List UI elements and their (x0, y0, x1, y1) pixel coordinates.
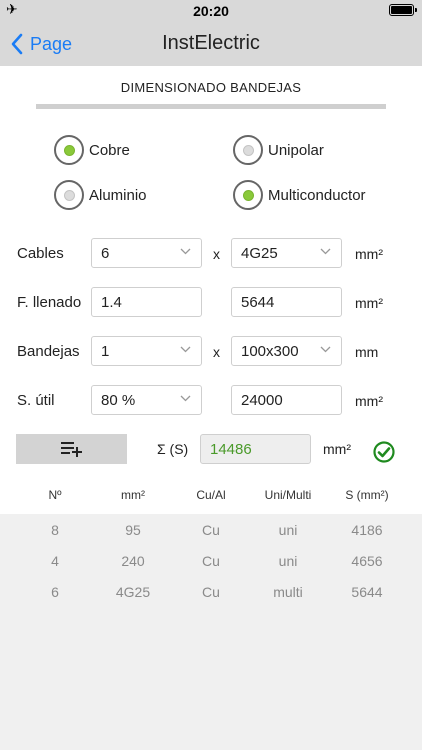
cell-section: 4G25 (115, 584, 151, 600)
sum-total-value: 14486 (210, 441, 252, 458)
table-row[interactable]: 4 240 Cu uni 4656 (0, 545, 422, 576)
llenado-factor-input[interactable]: 1.4 (91, 287, 202, 317)
cell-type: uni (278, 522, 298, 538)
cell-count: 6 (51, 584, 59, 600)
check-circle-icon (373, 441, 395, 463)
cell-count: 4 (51, 553, 59, 569)
llenado-factor-value: 1.4 (101, 294, 122, 311)
playlist-add-icon (60, 442, 82, 457)
status-bar: ✈ 20:20 (0, 0, 422, 22)
cables-section-value: 4G25 (241, 245, 278, 262)
radio-unselected-dot (242, 144, 254, 156)
section-divider (36, 104, 386, 109)
cell-section: 95 (125, 522, 141, 538)
llenado-label: F. llenado (17, 294, 82, 311)
cell-area: 4186 (351, 522, 383, 538)
column-header-section: mm² (121, 488, 145, 502)
util-label: S. útil (17, 392, 55, 409)
column-header-count: Nº (48, 488, 62, 502)
radio-circle (233, 180, 263, 210)
chevron-down-icon (180, 248, 191, 255)
section-title: DIMENSIONADO BANDEJAS (120, 80, 302, 95)
cell-type: multi (273, 584, 303, 600)
table-header: Nº mm² Cu/Al Uni/Multi S (mm²) (0, 488, 422, 510)
llenado-unit: mm² (355, 295, 383, 311)
column-header-type: Uni/Multi (264, 488, 312, 502)
bandejas-count-value: 1 (101, 343, 110, 360)
radio-multiconductor-label: Multiconductor (268, 186, 366, 204)
column-header-area: S (mm²) (345, 488, 389, 502)
chevron-down-icon (180, 395, 191, 402)
radio-aluminio[interactable]: Aluminio (54, 180, 147, 210)
sum-label: Σ (S) (157, 441, 189, 457)
cables-section-select[interactable]: 4G25 (231, 238, 342, 268)
table-row[interactable]: 6 4G25 Cu multi 5644 (0, 576, 422, 607)
radio-cobre-label: Cobre (89, 141, 130, 159)
app-title: InstElectric (162, 32, 260, 54)
radio-circle (54, 135, 84, 165)
radio-circle (233, 135, 263, 165)
cell-area: 4656 (351, 553, 383, 569)
cell-section: 240 (121, 553, 145, 569)
cables-count-value: 6 (101, 245, 110, 262)
status-time: 20:20 (193, 3, 229, 19)
util-value: 24000 (241, 392, 283, 409)
bandejas-unit: mm (355, 344, 379, 360)
util-percent-value: 80 % (101, 392, 136, 409)
cell-material: Cu (202, 553, 220, 569)
radio-multiconductor[interactable]: Multiconductor (233, 180, 366, 210)
radio-unipolar[interactable]: Unipolar (233, 135, 324, 165)
radio-cobre[interactable]: Cobre (54, 135, 130, 165)
util-percent-select[interactable]: 80 % (91, 385, 202, 415)
table-row[interactable]: 8 95 Cu uni 4186 (0, 514, 422, 545)
radio-aluminio-label: Aluminio (89, 186, 147, 204)
battery-icon (389, 4, 417, 16)
radio-unipolar-label: Unipolar (268, 141, 324, 159)
cell-area: 5644 (351, 584, 383, 600)
bandejas-size-value: 100x300 (241, 343, 299, 360)
cell-type: uni (278, 553, 298, 569)
cables-label: Cables (17, 245, 64, 262)
column-header-material: Cu/Al (196, 488, 226, 502)
bandejas-size-select[interactable]: 100x300 (231, 336, 342, 366)
cables-count-select[interactable]: 6 (91, 238, 202, 268)
radio-circle (54, 180, 84, 210)
llenado-value-field[interactable]: 5644 (231, 287, 342, 317)
multiply-sign: x (213, 246, 220, 262)
llenado-value: 5644 (241, 294, 275, 311)
cables-unit: mm² (355, 246, 383, 262)
navigation-bar: Page InstElectric (0, 22, 422, 66)
util-value-field[interactable]: 24000 (231, 385, 342, 415)
chevron-down-icon (180, 346, 191, 353)
radio-selected-dot (63, 144, 75, 156)
radio-unselected-dot (63, 189, 75, 201)
radio-selected-dot (242, 189, 254, 201)
cell-material: Cu (202, 584, 220, 600)
cell-count: 8 (51, 522, 59, 538)
multiply-sign: x (213, 344, 220, 360)
sum-total-field: 14486 (200, 434, 311, 464)
sum-unit: mm² (323, 441, 351, 457)
bandejas-label: Bandejas (17, 343, 80, 360)
cable-list: 8 95 Cu uni 4186 4 240 Cu uni 4656 6 4G2… (0, 514, 422, 750)
chevron-down-icon (320, 248, 331, 255)
cell-material: Cu (202, 522, 220, 538)
util-unit: mm² (355, 393, 383, 409)
bandejas-count-select[interactable]: 1 (91, 336, 202, 366)
chevron-down-icon (320, 346, 331, 353)
add-to-list-button[interactable] (16, 434, 127, 464)
